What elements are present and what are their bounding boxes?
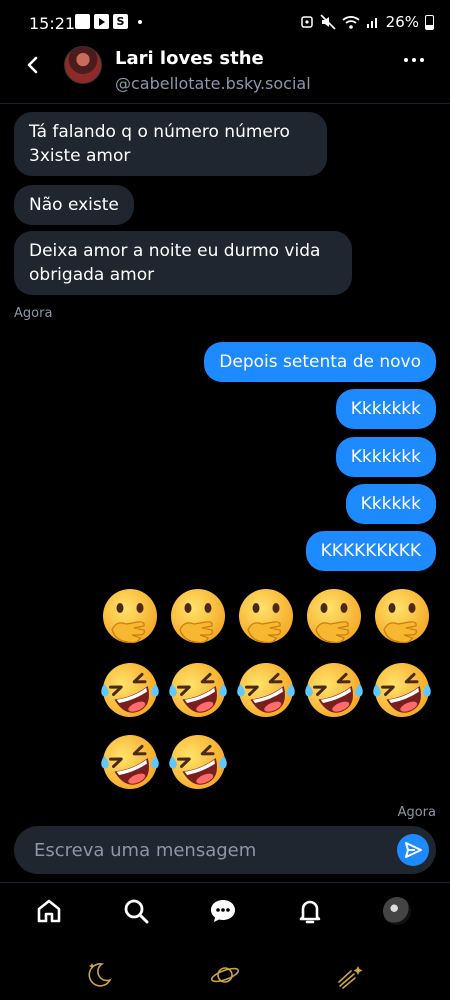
contact-name[interactable]: Lari loves sthe xyxy=(115,48,264,69)
outgoing-message[interactable]: KKKKKKKKK xyxy=(305,531,436,571)
rolling-laughing-emoji xyxy=(98,730,162,794)
planet-icon[interactable] xyxy=(208,958,242,992)
status-notification-icons: S xyxy=(75,14,142,29)
outgoing-message[interactable]: Depois setenta de novo xyxy=(204,342,436,382)
rolling-laughing-emoji xyxy=(166,658,230,722)
wifi-icon xyxy=(342,16,360,29)
moon-stars-icon[interactable] xyxy=(82,958,116,992)
more-notifications-dot xyxy=(138,19,142,24)
outgoing-message[interactable]: Kkkkkkk xyxy=(335,389,436,429)
contact-avatar[interactable] xyxy=(64,46,102,84)
gallery-icon xyxy=(75,14,90,29)
rolling-laughing-emoji xyxy=(234,658,298,722)
home-icon[interactable] xyxy=(33,895,65,927)
s-app-icon: S xyxy=(113,14,128,29)
battery-percent: 26% xyxy=(385,13,419,31)
status-system-icons: 26% xyxy=(300,13,434,31)
contact-handle[interactable]: @cabellotate.bsky.social xyxy=(115,74,311,93)
more-options-icon[interactable] xyxy=(404,58,424,62)
send-icon xyxy=(405,842,422,858)
system-navigation-bar xyxy=(0,950,450,1000)
bottom-navigation xyxy=(0,882,450,942)
battery-icon xyxy=(425,14,434,30)
notifications-bell-icon[interactable] xyxy=(294,895,326,927)
hand-over-mouth-emoji xyxy=(234,586,298,650)
status-time: 15:21 xyxy=(29,14,76,33)
hand-over-mouth-emoji xyxy=(166,586,230,650)
search-icon[interactable] xyxy=(120,895,152,927)
hand-over-mouth-emoji xyxy=(98,586,162,650)
back-arrow-icon[interactable] xyxy=(22,54,44,76)
profile-avatar[interactable] xyxy=(381,895,413,927)
outgoing-timestamp: Agora xyxy=(397,805,436,820)
status-bar: 15:21 S 26% xyxy=(0,0,450,46)
message-input[interactable] xyxy=(34,826,374,874)
hand-over-mouth-emoji xyxy=(302,586,366,650)
alarm-icon xyxy=(300,16,313,28)
outgoing-message[interactable]: Kkkkkkk xyxy=(335,437,436,477)
messages-icon[interactable] xyxy=(207,895,239,927)
outgoing-message[interactable]: Kkkkkk xyxy=(345,484,436,524)
send-button[interactable] xyxy=(397,834,429,866)
rolling-laughing-emoji xyxy=(98,658,162,722)
hand-over-mouth-emoji xyxy=(370,586,434,650)
incoming-message[interactable]: Tá falando q o número número 3xiste amor xyxy=(14,112,327,176)
message-composer xyxy=(14,826,436,874)
conversation-header: Lari loves sthe @cabellotate.bsky.social xyxy=(0,46,450,104)
rolling-laughing-emoji xyxy=(370,658,434,722)
incoming-message[interactable]: Deixa amor a noite eu durmo vida obrigad… xyxy=(14,231,352,295)
incoming-message[interactable]: Não existe xyxy=(14,185,134,225)
youtube-icon xyxy=(94,14,109,29)
mute-icon xyxy=(320,14,336,30)
incoming-timestamp: Agora xyxy=(14,306,53,321)
signal-icon xyxy=(366,18,377,28)
shooting-star-icon[interactable] xyxy=(334,958,368,992)
rolling-laughing-emoji xyxy=(166,730,230,794)
rolling-laughing-emoji xyxy=(302,658,366,722)
